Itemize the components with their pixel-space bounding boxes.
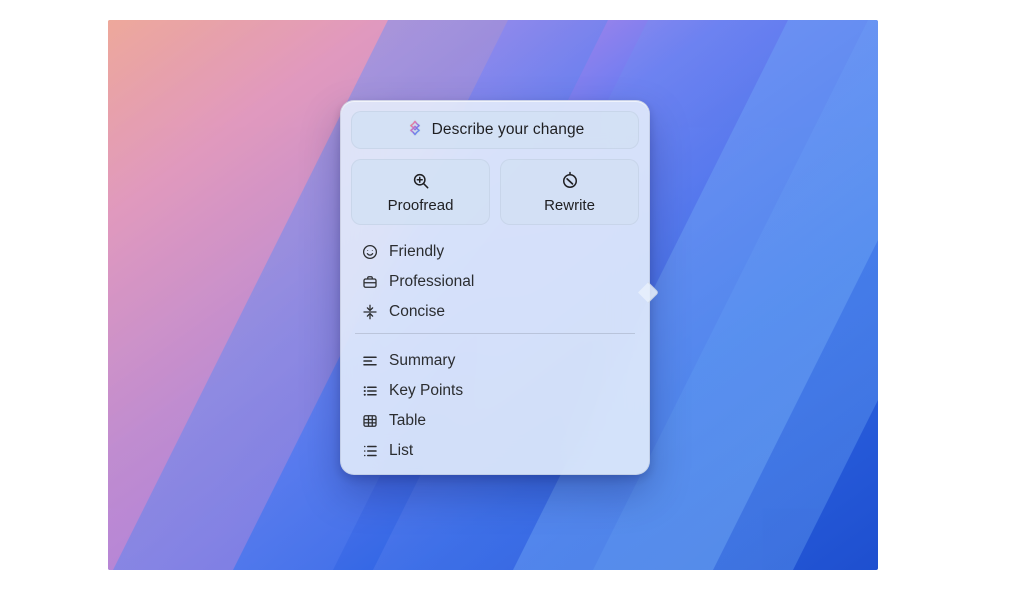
menu-item-label: Professional [389, 273, 629, 291]
summary-icon [361, 352, 379, 370]
bullet-list-icon [361, 382, 379, 400]
writing-tools-popover: Describe your change Proofread [340, 100, 650, 475]
smile-icon [361, 243, 379, 261]
menu-item-key-points[interactable]: Key Points [353, 376, 637, 406]
rewrite-tile[interactable]: Rewrite [500, 159, 639, 225]
menu-item-table[interactable]: Table [353, 406, 637, 436]
briefcase-icon [361, 273, 379, 291]
menu-item-label: Summary [389, 352, 629, 370]
menu-item-label: List [389, 442, 629, 460]
menu-item-label: Friendly [389, 243, 629, 261]
proofread-tile[interactable]: Proofread [351, 159, 490, 225]
menu-item-summary[interactable]: Summary [353, 346, 637, 376]
describe-change-label: Describe your change [432, 121, 585, 139]
table-icon [361, 412, 379, 430]
proofread-label: Proofread [388, 197, 454, 214]
format-section: Summary Key Points [351, 344, 639, 466]
rewrite-label: Rewrite [544, 197, 595, 214]
menu-item-label: Key Points [389, 382, 629, 400]
menu-item-label: Concise [389, 303, 629, 321]
apple-intelligence-icon [406, 119, 424, 142]
rewrite-icon [560, 171, 580, 191]
describe-change-button[interactable]: Describe your change [351, 111, 639, 149]
menu-item-concise[interactable]: Concise [353, 297, 637, 327]
compress-icon [361, 303, 379, 321]
numbered-list-icon [361, 442, 379, 460]
menu-separator [355, 333, 635, 334]
menu-item-label: Table [389, 412, 629, 430]
menu-item-professional[interactable]: Professional [353, 267, 637, 297]
menu-item-list[interactable]: List [353, 436, 637, 466]
menu-item-friendly[interactable]: Friendly [353, 237, 637, 267]
magnifying-glass-icon [411, 171, 431, 191]
tone-section: Friendly Professional [351, 235, 639, 327]
